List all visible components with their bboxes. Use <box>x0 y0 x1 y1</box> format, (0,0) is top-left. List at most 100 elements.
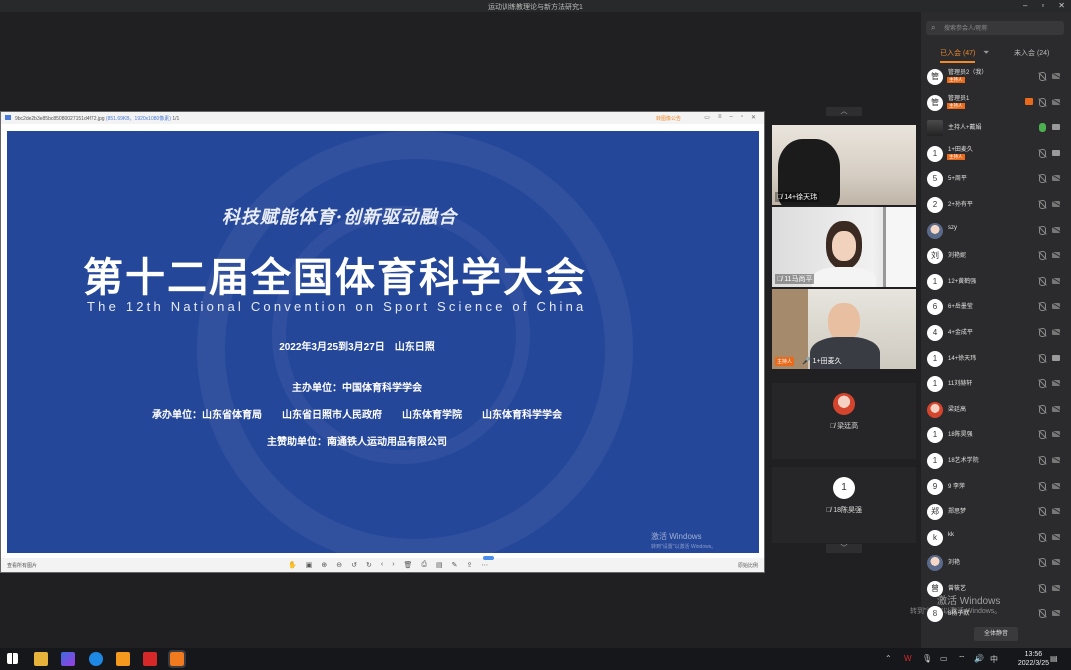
mic-muted-icon[interactable] <box>1039 72 1046 81</box>
photos-icon[interactable] <box>61 652 75 666</box>
mic-muted-icon[interactable] <box>1039 353 1046 363</box>
mic-muted-icon[interactable] <box>1039 609 1046 619</box>
mic-muted-icon[interactable] <box>1039 430 1046 440</box>
meeting-app-icon[interactable] <box>168 650 186 668</box>
more-icon[interactable]: ⋯ <box>481 561 488 569</box>
wps-icon[interactable] <box>143 652 157 666</box>
participant-row[interactable]: 郑郑思梦 <box>921 499 1071 525</box>
clock[interactable]: 13:56 2022/3/25 <box>1018 650 1049 668</box>
tray-expand-icon[interactable]: ⌃ <box>885 654 892 663</box>
mic-muted-icon[interactable] <box>1039 225 1046 235</box>
camera-off-icon[interactable] <box>1052 175 1060 182</box>
file-explorer-icon[interactable] <box>34 652 48 666</box>
scroll-down-button[interactable]: ﹀ <box>826 544 862 553</box>
fit-icon[interactable]: ▣ <box>306 561 313 569</box>
delete-icon[interactable]: 🗑 <box>404 561 413 569</box>
tab-not-joined[interactable]: 未入会 (24) <box>1014 48 1049 58</box>
camera-off-icon[interactable] <box>1052 98 1060 105</box>
volume-icon[interactable]: 🔊 <box>974 654 984 663</box>
wifi-icon[interactable]: ⌔ <box>958 654 966 664</box>
mic-muted-icon[interactable] <box>1039 404 1046 414</box>
save-icon[interactable]: ▤ <box>436 561 443 569</box>
mic-muted-icon[interactable] <box>1039 199 1046 209</box>
edit-icon[interactable]: ✎ <box>452 561 458 569</box>
share-icon[interactable]: ⇪ <box>467 561 473 569</box>
participant-row[interactable]: 管管理员2（我） 主持人 <box>921 64 1071 90</box>
mic-muted-icon[interactable] <box>1039 174 1046 184</box>
mic-muted-icon[interactable] <box>1039 302 1046 312</box>
video-tile-placeholder[interactable]: 🎙̸ 梁廷高 <box>772 383 916 459</box>
camera-off-icon[interactable] <box>1052 73 1060 79</box>
camera-off-icon[interactable] <box>1052 380 1060 387</box>
camera-off-icon[interactable] <box>1052 482 1060 489</box>
camera-off-icon[interactable] <box>1052 405 1060 412</box>
camera-off-icon[interactable] <box>1052 226 1060 233</box>
filter-icon[interactable]: ⏷ <box>983 48 989 58</box>
mute-all-button[interactable]: 全体静音 <box>974 627 1018 641</box>
close-icon[interactable]: ✕ <box>1058 1 1065 10</box>
prev-icon[interactable]: ‹ <box>381 561 383 569</box>
camera-icon[interactable] <box>1052 149 1060 156</box>
mic-muted-icon[interactable] <box>1039 532 1046 542</box>
participant-row[interactable]: 2 2+孙有平 <box>921 192 1071 218</box>
mic-muted-icon[interactable] <box>1039 481 1046 491</box>
viewer-share-button[interactable]: 转图像公告 <box>656 115 681 122</box>
tab-joined[interactable]: 已入会 (47) <box>940 48 976 63</box>
mic-muted-icon[interactable] <box>1039 379 1046 389</box>
camera-off-icon[interactable] <box>1052 277 1060 284</box>
next-icon[interactable]: › <box>392 561 394 569</box>
participant-row[interactable]: 1 12+黄鹤强 <box>921 269 1071 295</box>
mic-muted-icon[interactable] <box>1039 455 1046 465</box>
menu-icon[interactable]: ≡ <box>718 114 722 121</box>
camera-off-icon[interactable] <box>1052 431 1060 438</box>
print-icon[interactable]: ⎙ <box>421 561 427 569</box>
participant-row[interactable]: 4 4+金成平 <box>921 320 1071 346</box>
search-input[interactable] <box>942 22 1064 36</box>
zoom-in-icon[interactable]: ⊕ <box>321 561 327 569</box>
view-all-images-link[interactable]: 查看所有图片 <box>7 562 37 569</box>
mic-muted-icon[interactable] <box>1039 251 1046 261</box>
participant-row[interactable]: 9 9 李萍 <box>921 474 1071 500</box>
minimize-icon[interactable]: – <box>729 114 732 121</box>
camera-off-icon[interactable] <box>1052 584 1060 591</box>
video-tile[interactable]: 🎙̸ 14+徐天玮 <box>772 125 916 205</box>
start-icon[interactable] <box>7 653 18 664</box>
mic-muted-icon[interactable] <box>1039 276 1046 286</box>
browser-icon[interactable] <box>89 652 103 666</box>
participant-row[interactable]: 主持人+戴娟 <box>921 115 1071 141</box>
video-tile[interactable]: 主持人 🎤 1+田麦久 <box>772 289 916 369</box>
video-tile-placeholder[interactable]: 1 🎙̸ 18陈昊强 <box>772 467 916 543</box>
participant-row[interactable]: 6 6+岳墨莹 <box>921 294 1071 320</box>
mic-muted-icon[interactable] <box>1039 97 1046 107</box>
camera-off-icon[interactable] <box>1052 508 1060 515</box>
minimize-icon[interactable]: – <box>1023 1 1027 10</box>
wps-tray-icon[interactable]: W <box>904 654 912 663</box>
ime-indicator[interactable]: 中 <box>990 654 998 665</box>
participant-row[interactable]: 1 1+田麦久 主持人 <box>921 141 1071 167</box>
participant-row[interactable]: 刘刘艳妮 <box>921 243 1071 269</box>
hand-icon[interactable]: ✋ <box>288 561 297 569</box>
maximize-icon[interactable]: ▫ <box>1041 1 1044 10</box>
maximize-icon[interactable]: ▫ <box>741 114 743 121</box>
camera-off-icon[interactable] <box>1052 559 1060 566</box>
mic-muted-icon[interactable] <box>1039 558 1046 568</box>
camera-icon[interactable] <box>1052 354 1060 361</box>
pin-icon[interactable]: ▭ <box>704 114 710 121</box>
close-icon[interactable]: ✕ <box>751 114 756 121</box>
camera-off-icon[interactable] <box>1052 303 1060 310</box>
mic-icon[interactable] <box>1039 148 1046 158</box>
mic-tray-icon[interactable]: 🎙 <box>922 654 932 663</box>
participant-row[interactable]: 1 11刘赫轩 <box>921 371 1071 397</box>
app-icon[interactable] <box>116 652 130 666</box>
participant-row[interactable]: 梁廷高 <box>921 397 1071 423</box>
camera-off-icon[interactable] <box>1052 200 1060 207</box>
participant-row[interactable]: 1 18艺术学院 <box>921 448 1071 474</box>
camera-icon[interactable] <box>1052 124 1060 131</box>
camera-off-icon[interactable] <box>1052 533 1060 540</box>
notification-icon[interactable]: ▤ <box>1050 654 1058 663</box>
participant-row[interactable]: 5 5+周平 <box>921 166 1071 192</box>
camera-off-icon[interactable] <box>1052 328 1060 335</box>
zoom-out-icon[interactable]: ⊖ <box>336 561 342 569</box>
participant-row[interactable]: k kk <box>921 525 1071 551</box>
camera-off-icon[interactable] <box>1052 456 1060 463</box>
